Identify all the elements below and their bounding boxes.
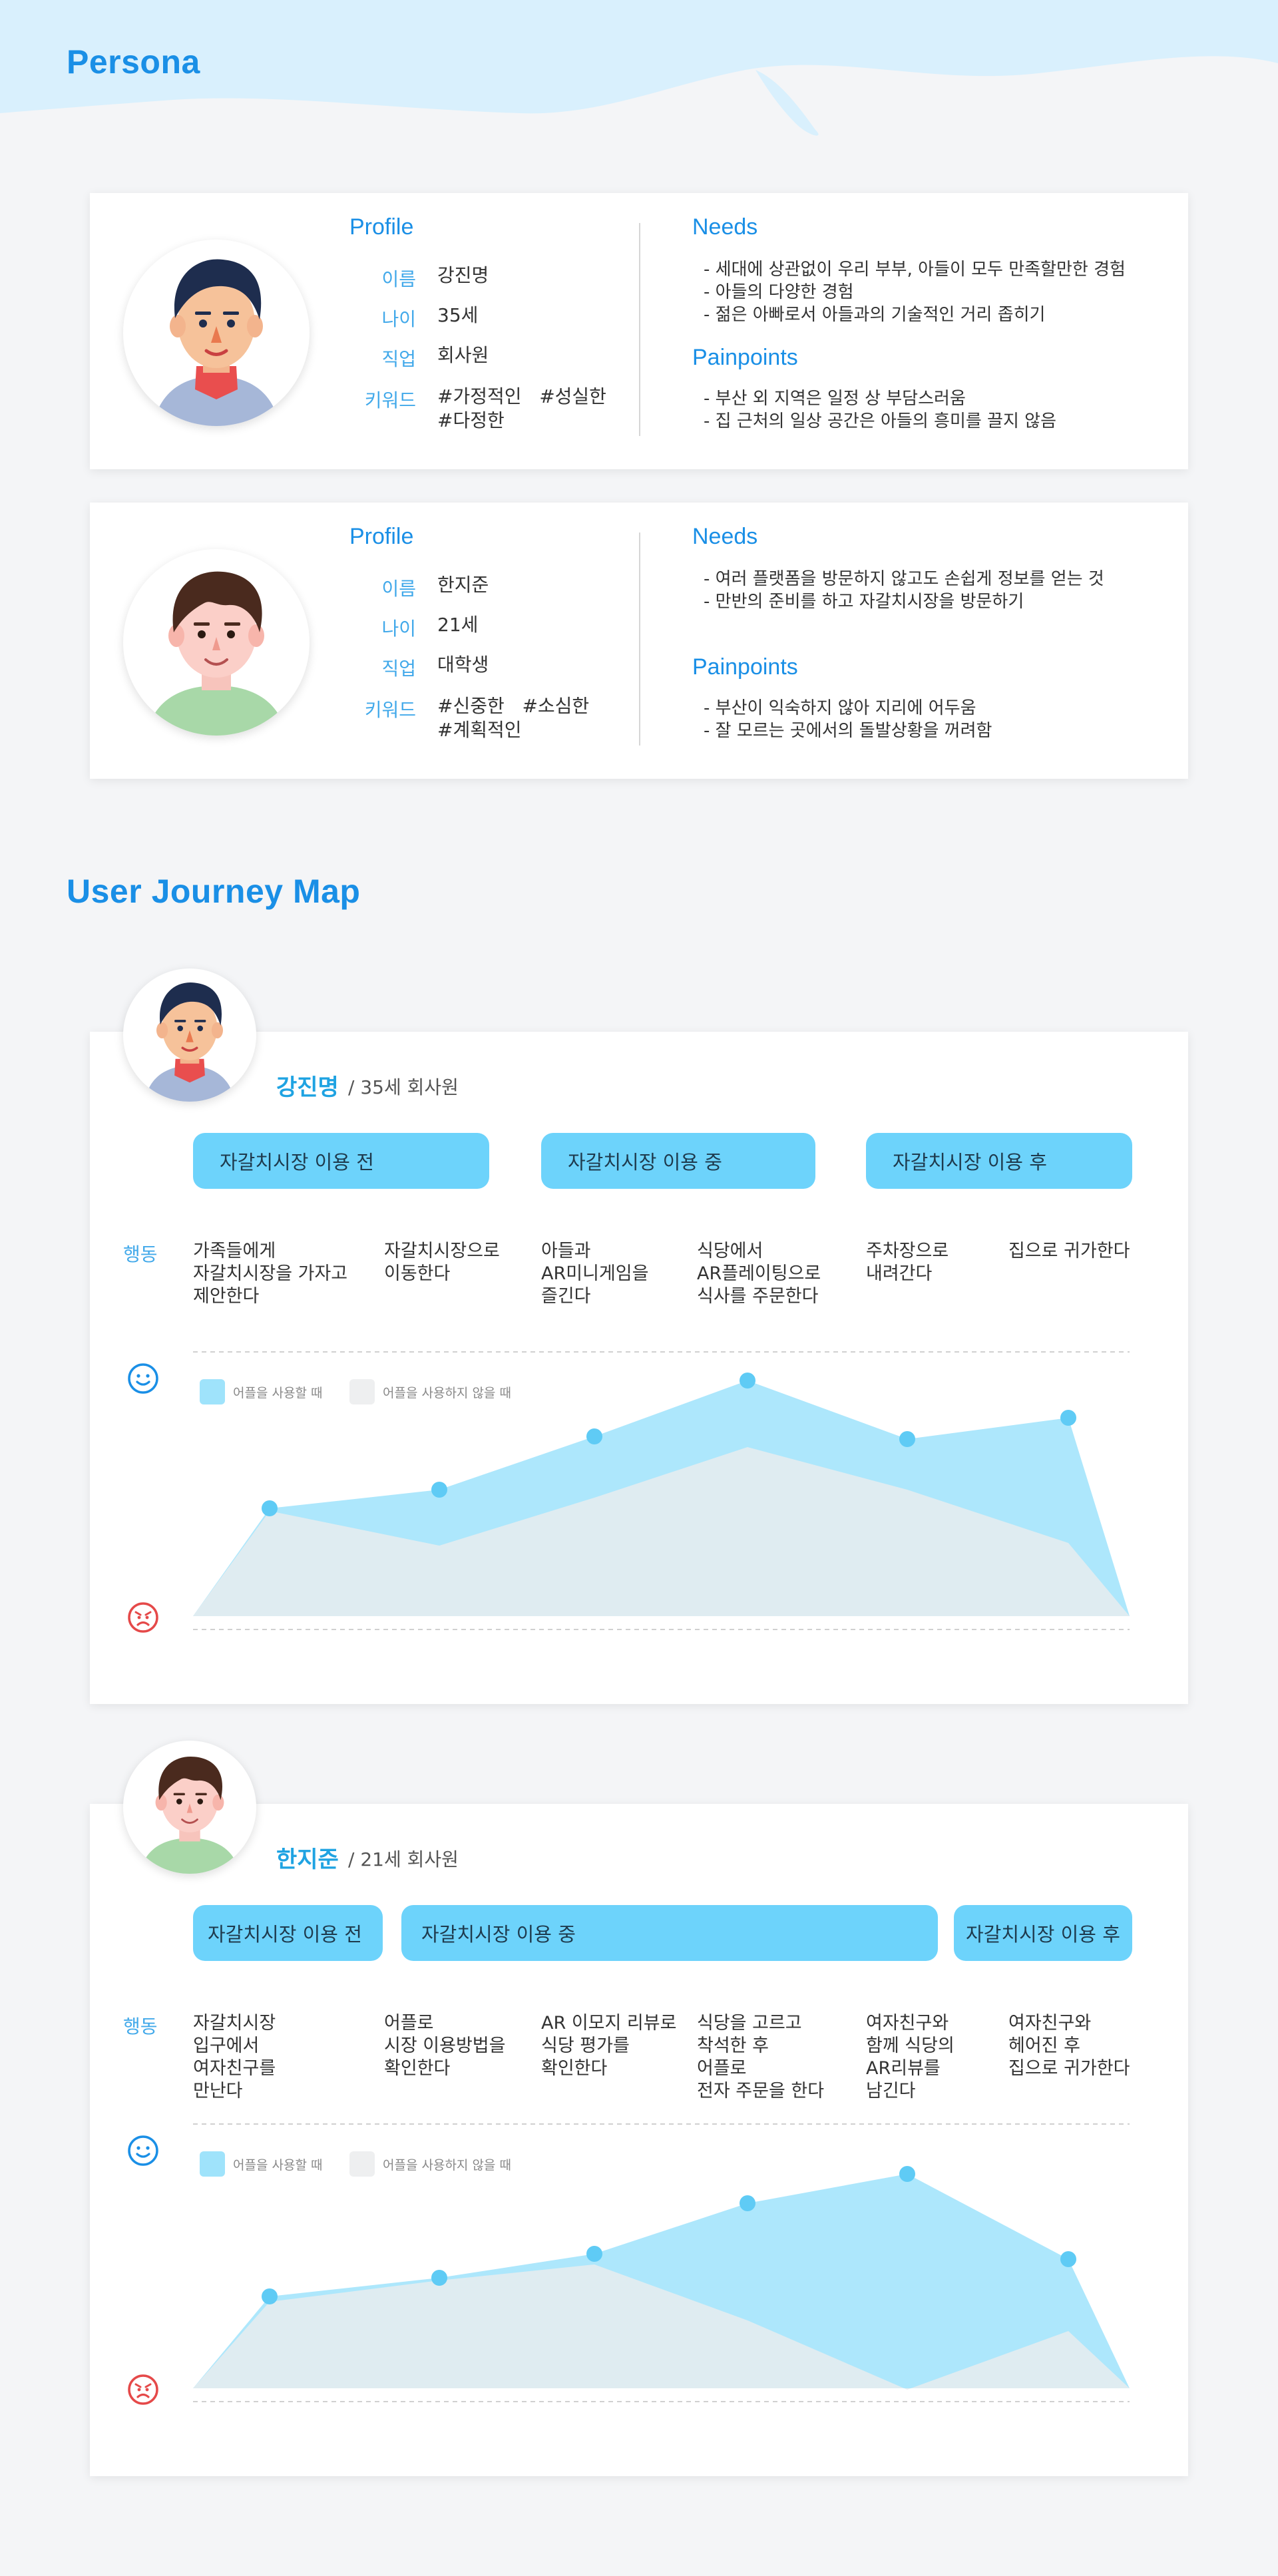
emotion-chart bbox=[193, 1351, 1130, 1630]
field-label-job: 직업 bbox=[381, 348, 416, 370]
journey-card-1: 강진명 / 35세 회사원 자갈치시장 이용 전 자갈치시장 이용 중 자갈치시… bbox=[90, 1032, 1188, 1704]
data-point bbox=[899, 2166, 915, 2182]
painpoints-item: 부산이 익숙하지 않아 지리에 어두움 bbox=[704, 697, 992, 720]
data-point bbox=[1060, 1410, 1076, 1426]
data-point bbox=[262, 2288, 278, 2304]
needs-item: 아들의 다양한 경험 bbox=[704, 281, 1126, 304]
field-label-keyword: 키워드 bbox=[364, 389, 416, 411]
painpoints-list: 부산이 익숙하지 않아 지리에 어두움 잘 모르는 곳에서의 돌발상황을 꺼려함 bbox=[704, 697, 992, 742]
needs-list: 여러 플랫폼을 방문하지 않고도 손쉽게 정보를 얻는 것 만반의 준비를 하고… bbox=[704, 568, 1104, 613]
field-value-keyword: #신중한 #소심한 #계획적인 bbox=[437, 695, 590, 741]
needs-list: 세대에 상관없이 우리 부부, 아들이 모두 만족할만한 경험 아들의 다양한 … bbox=[704, 258, 1126, 326]
needs-item: 만반의 준비를 하고 자갈치시장을 방문하기 bbox=[704, 590, 1104, 613]
journey-avatar-2 bbox=[123, 1741, 256, 1874]
field-label-age: 나이 bbox=[381, 308, 416, 330]
field-value-age: 35세 bbox=[437, 304, 479, 326]
painpoints-list: 부산 외 지역은 일정 상 부담스러움 집 근처의 일상 공간은 아들의 흥미를… bbox=[704, 387, 1056, 433]
field-value-job: 대학생 bbox=[437, 654, 489, 676]
persona-card-1: Profile 이름 강진명 나이 35세 직업 회사원 키워드 #가정적인 #… bbox=[90, 193, 1188, 469]
avatar-persona-2 bbox=[123, 549, 310, 736]
data-point bbox=[586, 1428, 602, 1444]
field-value-name: 한지준 bbox=[437, 574, 489, 596]
profile-title: Profile bbox=[349, 214, 414, 240]
field-value-keyword: #가정적인 #성실한 #다정한 bbox=[437, 385, 606, 431]
data-point bbox=[586, 2246, 602, 2262]
field-label-name: 이름 bbox=[381, 578, 416, 600]
emotion-chart bbox=[193, 2123, 1130, 2402]
field-value-job: 회사원 bbox=[437, 344, 489, 366]
card-divider bbox=[639, 223, 640, 436]
data-point bbox=[740, 2195, 755, 2211]
data-point bbox=[431, 2270, 447, 2286]
field-value-name: 강진명 bbox=[437, 264, 489, 286]
data-point bbox=[1060, 2251, 1076, 2267]
field-value-age: 21세 bbox=[437, 614, 479, 636]
needs-item: 여러 플랫폼을 방문하지 않고도 손쉽게 정보를 얻는 것 bbox=[704, 568, 1104, 590]
persona-card-2: Profile 이름 한지준 나이 21세 직업 대학생 키워드 #신중한 #소… bbox=[90, 503, 1188, 779]
journey-section-title: User Journey Map bbox=[67, 873, 361, 910]
field-label-age: 나이 bbox=[381, 618, 416, 640]
field-label-keyword: 키워드 bbox=[364, 699, 416, 721]
painpoints-item: 집 근처의 일상 공간은 아들의 흥미를 끌지 않음 bbox=[704, 410, 1056, 433]
persona-section-title: Persona bbox=[67, 43, 200, 81]
painpoints-item: 부산 외 지역은 일정 상 부담스러움 bbox=[704, 387, 1056, 410]
journey-avatar-1 bbox=[123, 968, 256, 1102]
needs-title: Needs bbox=[692, 214, 758, 240]
painpoints-item: 잘 모르는 곳에서의 돌발상황을 꺼려함 bbox=[704, 720, 992, 742]
painpoints-title: Painpoints bbox=[692, 345, 798, 370]
field-label-name: 이름 bbox=[381, 268, 416, 290]
data-point bbox=[740, 1373, 755, 1389]
needs-item: 젊은 아빠로서 아들과의 기술적인 거리 좁히기 bbox=[704, 304, 1126, 326]
avatar-persona-1 bbox=[123, 240, 310, 426]
card-divider bbox=[639, 533, 640, 746]
needs-item: 세대에 상관없이 우리 부부, 아들이 모두 만족할만한 경험 bbox=[704, 258, 1126, 281]
field-label-job: 직업 bbox=[381, 658, 416, 680]
journey-card-2: 한지준 / 21세 회사원 자갈치시장 이용 전 자갈치시장 이용 중 자갈치시… bbox=[90, 1804, 1188, 2476]
data-point bbox=[262, 1500, 278, 1516]
profile-title: Profile bbox=[349, 524, 414, 549]
needs-title: Needs bbox=[692, 524, 758, 549]
data-point bbox=[431, 1482, 447, 1498]
data-point bbox=[899, 1431, 915, 1447]
painpoints-title: Painpoints bbox=[692, 654, 798, 680]
